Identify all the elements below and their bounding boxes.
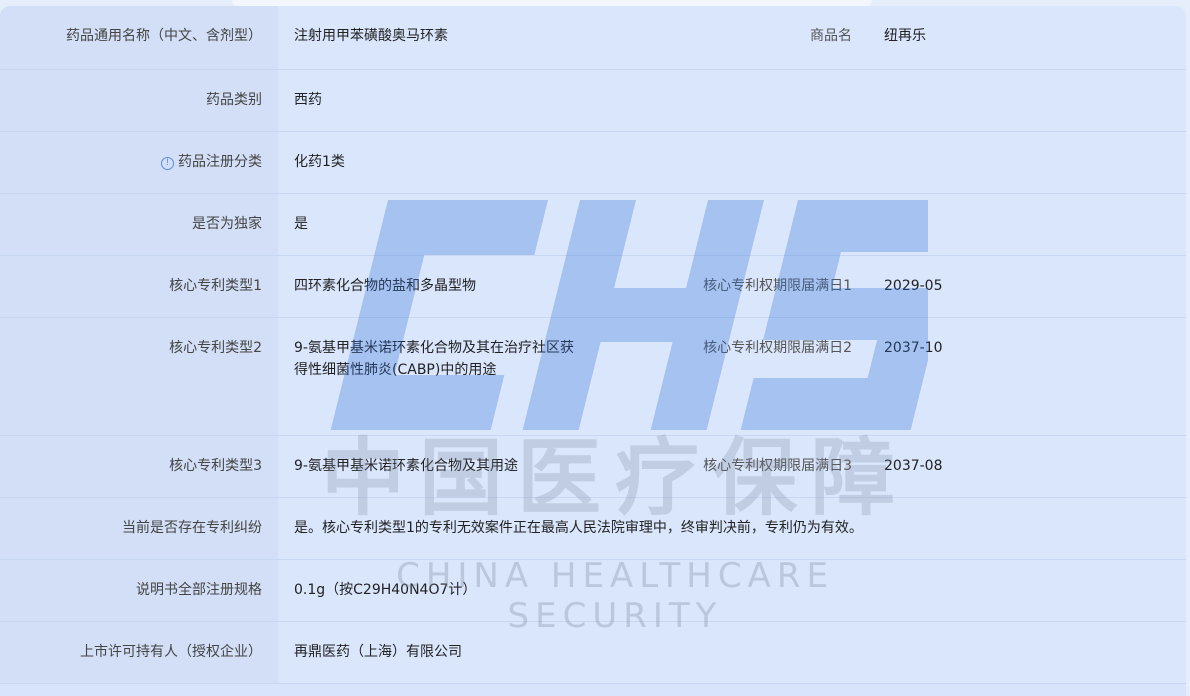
row-value-secondary: 2037-10 bbox=[868, 317, 1186, 436]
row-value: 9-氨基甲基米诺环素化合物及其在治疗社区获得性细菌性肺炎(CABP)中的用途 bbox=[278, 317, 596, 436]
table-row: 核心专利类型1 四环素化合物的盐和多晶型物 核心专利权期限届满日1 2029-0… bbox=[0, 255, 1186, 318]
row-label: 药品通用名称（中文、含剂型） bbox=[0, 6, 278, 70]
drug-info-table: 药品通用名称（中文、含剂型） 注射用甲苯磺酸奥马环素 商品名 纽再乐 药品类别 … bbox=[0, 6, 1186, 684]
table-row: 药品类别 西药 bbox=[0, 69, 1186, 132]
row-value: 是。核心专利类型1的专利无效案件正在最高人民法院审理中，终审判决前，专利仍为有效… bbox=[278, 497, 1186, 560]
table-row: 药品通用名称（中文、含剂型） 注射用甲苯磺酸奥马环素 商品名 纽再乐 bbox=[0, 6, 1186, 70]
row-label: 核心专利类型3 bbox=[0, 435, 278, 498]
row-label-text: 药品注册分类 bbox=[178, 153, 262, 170]
row-label: 上市许可持有人（授权企业） bbox=[0, 621, 278, 684]
row-label-secondary: 核心专利权期限届满日1 bbox=[596, 255, 868, 318]
info-icon[interactable]: ! bbox=[161, 156, 174, 170]
row-value: 是 bbox=[278, 193, 1186, 256]
row-value-secondary: 2037-08 bbox=[868, 435, 1186, 498]
row-label-secondary: 核心专利权期限届满日3 bbox=[596, 435, 868, 498]
row-label: 核心专利类型2 bbox=[0, 317, 278, 436]
table-row: 核心专利类型3 9-氨基甲基米诺环素化合物及其用途 核心专利权期限届满日3 20… bbox=[0, 435, 1186, 498]
drug-info-card: 药品通用名称（中文、含剂型） 注射用甲苯磺酸奥马环素 商品名 纽再乐 药品类别 … bbox=[0, 6, 1186, 696]
row-value: 0.1g（按C29H40N4O7计） bbox=[278, 559, 1186, 622]
table-row: ! 药品注册分类 化药1类 bbox=[0, 131, 1186, 194]
table-row: 是否为独家 是 bbox=[0, 193, 1186, 256]
row-label: 核心专利类型1 bbox=[0, 255, 278, 318]
row-label: 当前是否存在专利纠纷 bbox=[0, 497, 278, 560]
row-value: 9-氨基甲基米诺环素化合物及其用途 bbox=[278, 435, 596, 498]
row-label-secondary: 核心专利权期限届满日2 bbox=[596, 317, 868, 436]
row-label: 是否为独家 bbox=[0, 193, 278, 256]
row-label: 说明书全部注册规格 bbox=[0, 559, 278, 622]
row-value: 注射用甲苯磺酸奥马环素 bbox=[278, 6, 596, 70]
table-row: 当前是否存在专利纠纷 是。核心专利类型1的专利无效案件正在最高人民法院审理中，终… bbox=[0, 497, 1186, 560]
row-label: 药品类别 bbox=[0, 69, 278, 132]
row-value-secondary: 纽再乐 bbox=[868, 6, 1186, 70]
row-label: ! 药品注册分类 bbox=[0, 131, 278, 194]
table-row: 说明书全部注册规格 0.1g（按C29H40N4O7计） bbox=[0, 559, 1186, 622]
table-row: 核心专利类型2 9-氨基甲基米诺环素化合物及其在治疗社区获得性细菌性肺炎(CAB… bbox=[0, 317, 1186, 436]
row-label-secondary: 商品名 bbox=[596, 6, 868, 70]
table-row: 上市许可持有人（授权企业） 再鼎医药（上海）有限公司 bbox=[0, 621, 1186, 684]
row-value: 化药1类 bbox=[278, 131, 1186, 194]
row-value: 四环素化合物的盐和多晶型物 bbox=[278, 255, 596, 318]
row-value-secondary: 2029-05 bbox=[868, 255, 1186, 318]
row-value: 再鼎医药（上海）有限公司 bbox=[278, 621, 1186, 684]
row-value: 西药 bbox=[278, 69, 1186, 132]
